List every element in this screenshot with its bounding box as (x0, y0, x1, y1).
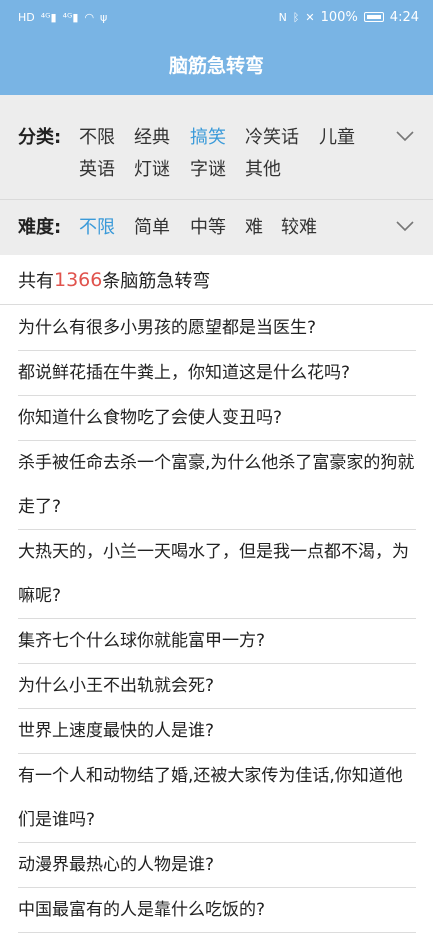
list-item[interactable]: 你知道什么食物吃了会使人变丑吗? (18, 396, 416, 441)
list-item[interactable]: 集齐七个什么球你就能富甲一方? (18, 619, 416, 664)
status-right: N ᛒ ✕ 100% 4:24 (279, 10, 419, 25)
list-item[interactable]: 都说鲜花插在牛粪上，你知道这是什么花吗? (18, 351, 416, 396)
list-item[interactable]: 为什么小王不出轨就会死? (18, 664, 416, 709)
hd-icon: HD (18, 10, 35, 24)
result-count: 共有 1366 条脑筋急转弯 (0, 255, 433, 305)
difficulty-option-harder[interactable]: 较难 (281, 213, 317, 239)
list-item[interactable]: 为什么有很多小男孩的愿望都是当医生? (18, 306, 416, 351)
difficulty-option-medium[interactable]: 中等 (190, 213, 226, 239)
count-prefix: 共有 (18, 270, 54, 292)
category-option-english[interactable]: 英语 (79, 155, 115, 181)
count-number: 1366 (54, 268, 103, 291)
difficulty-option-easy[interactable]: 简单 (134, 213, 170, 239)
title-bar: 脑筋急转弯 (0, 34, 433, 95)
page-title: 脑筋急转弯 (168, 55, 264, 77)
category-option-lantern-riddle[interactable]: 灯谜 (134, 155, 170, 181)
list-item[interactable]: 动漫界最热心的人物是谁? (18, 843, 416, 888)
difficulty-label: 难度: (18, 217, 62, 238)
usb-icon: ψ (100, 10, 108, 24)
clock: 4:24 (389, 9, 419, 25)
nfc-icon: N (278, 10, 287, 24)
status-bar: HD ⁴ᴳ▮ ⁴ᴳ▮ ◠ ψ N ᛒ ✕ 100% 4:24 (0, 0, 433, 34)
category-option-classic[interactable]: 经典 (134, 123, 170, 149)
wifi-icon: ◠ (84, 10, 95, 24)
bluetooth-icon: ᛒ (292, 10, 300, 24)
filter-panel: 分类: 不限 经典 搞笑 冷笑话 儿童 英语 灯谜 字谜 其他 难度: 不限 简… (0, 95, 433, 255)
difficulty-expand-chevron-icon[interactable] (395, 216, 415, 236)
category-label: 分类: (18, 127, 62, 148)
signal-4g-icon-2: ⁴ᴳ▮ (62, 10, 79, 24)
battery-icon (363, 12, 384, 22)
list-item[interactable]: 杀手被任命去杀一个富豪,为什么他杀了富豪家的狗就走了? (18, 441, 416, 530)
list-item[interactable]: 大热天的，小兰一天喝水了，但是我一点都不渴，为嘛呢? (18, 530, 416, 619)
category-option-cold-joke[interactable]: 冷笑话 (245, 123, 299, 149)
category-option-character-riddle[interactable]: 字谜 (190, 155, 226, 181)
difficulty-option-hard[interactable]: 难 (245, 213, 263, 239)
mute-icon: ✕ (305, 10, 315, 24)
category-option-any[interactable]: 不限 (79, 123, 115, 149)
list-item[interactable]: 世界上速度最快的人是谁? (18, 709, 416, 754)
question-list: 为什么有很多小男孩的愿望都是当医生? 都说鲜花插在牛粪上，你知道这是什么花吗? … (0, 306, 433, 933)
category-option-other[interactable]: 其他 (245, 155, 281, 181)
filter-divider (0, 199, 433, 200)
category-expand-chevron-icon[interactable] (395, 126, 415, 146)
category-option-funny[interactable]: 搞笑 (190, 123, 226, 149)
list-item[interactable]: 中国最富有的人是靠什么吃饭的? (18, 888, 416, 933)
list-item[interactable]: 有一个人和动物结了婚,还被大家传为佳话,你知道他们是谁吗? (18, 754, 416, 843)
category-option-kids[interactable]: 儿童 (319, 123, 355, 149)
battery-percent: 100% (320, 9, 358, 25)
count-suffix: 条脑筋急转弯 (102, 270, 211, 292)
signal-4g-icon: ⁴ᴳ▮ (40, 10, 57, 24)
difficulty-option-any[interactable]: 不限 (79, 213, 115, 239)
status-left: HD ⁴ᴳ▮ ⁴ᴳ▮ ◠ ψ (18, 12, 107, 23)
